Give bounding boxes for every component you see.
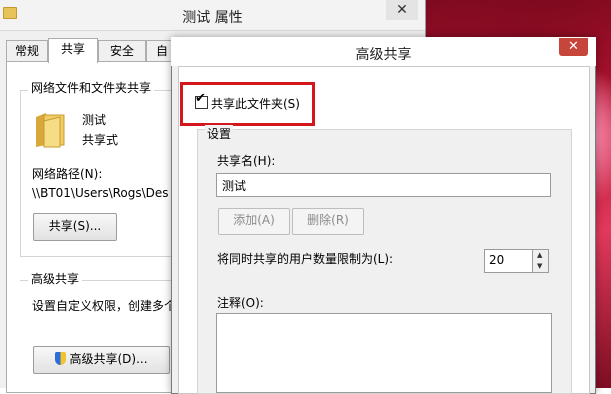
dialog-close-button[interactable]: ✕ bbox=[559, 38, 588, 56]
share-button[interactable]: 共享(S)... bbox=[33, 213, 117, 241]
comment-label: 注释(O): bbox=[217, 296, 264, 310]
advanced-share-group-title: 高级共享 bbox=[28, 270, 83, 287]
tab-general[interactable]: 常规 bbox=[6, 40, 48, 61]
add-share-name-button[interactable]: 添加(A) bbox=[218, 208, 290, 235]
advanced-share-button[interactable]: 高级共享(D)... bbox=[33, 346, 170, 374]
settings-group-title: 设置 bbox=[205, 125, 234, 142]
properties-title: 测试 属性 bbox=[182, 10, 243, 26]
folder-icon bbox=[32, 111, 68, 149]
tab-security[interactable]: 安全 bbox=[98, 40, 146, 61]
remove-share-name-button[interactable]: 删除(R) bbox=[292, 208, 364, 235]
dialog-title: 高级共享 bbox=[355, 47, 412, 63]
network-path-value: \\BT01\Users\Rogs\Des bbox=[32, 186, 169, 200]
share-folder-checkbox-label[interactable]: 共享此文件夹(S) bbox=[211, 95, 300, 112]
folder-name: 测试 bbox=[82, 113, 107, 127]
advanced-share-button-label: 高级共享(D)... bbox=[69, 352, 148, 366]
share-name-label: 共享名(H): bbox=[217, 154, 276, 168]
folder-share-status: 共享式 bbox=[82, 133, 119, 147]
user-limit-input[interactable]: 20 bbox=[484, 249, 533, 273]
stepper-up-icon[interactable]: ▲ bbox=[537, 251, 542, 259]
network-share-group-title: 网络文件和文件夹共享 bbox=[28, 79, 155, 96]
advanced-share-description: 设置自定义权限，创建多个 bbox=[32, 299, 172, 313]
network-path-label: 网络路径(N): bbox=[32, 167, 103, 181]
checkmark-icon: ✔ bbox=[195, 91, 206, 106]
tab-sharing[interactable]: 共享 bbox=[48, 38, 98, 63]
uac-shield-icon bbox=[55, 352, 67, 365]
share-name-input[interactable]: 测试 bbox=[216, 173, 551, 197]
stepper-down-icon[interactable]: ▼ bbox=[537, 262, 542, 270]
properties-close-button[interactable]: ✕ bbox=[386, 0, 418, 20]
user-limit-label: 将同时共享的用户数量限制为(L): bbox=[217, 252, 394, 266]
comment-textarea[interactable] bbox=[216, 313, 552, 393]
